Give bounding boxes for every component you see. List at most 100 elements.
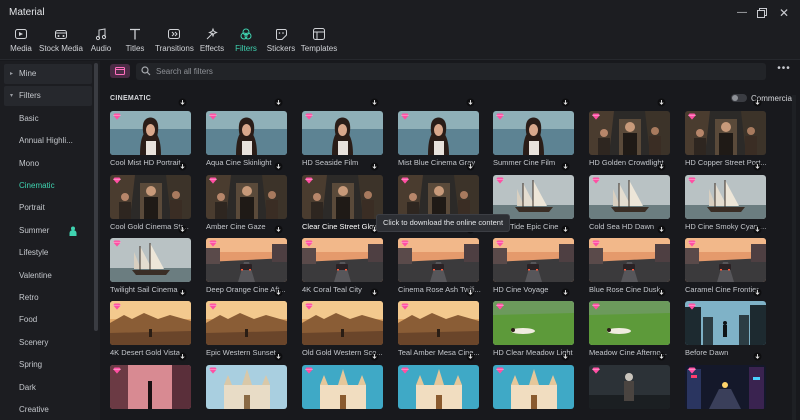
sidebar-item-retro[interactable]: Retro — [4, 288, 92, 308]
filter-thumbnail[interactable] — [302, 238, 383, 282]
commercial-toggle[interactable] — [731, 94, 747, 102]
download-icon[interactable] — [178, 162, 187, 171]
filter-thumbnail[interactable] — [493, 365, 574, 409]
sidebar-item-portrait[interactable]: Portrait — [4, 198, 92, 218]
download-icon[interactable] — [274, 162, 283, 171]
filter-thumbnail[interactable] — [110, 175, 191, 219]
download-icon[interactable] — [466, 352, 475, 361]
download-icon[interactable] — [657, 98, 666, 107]
download-icon[interactable] — [274, 288, 283, 297]
sidebar-item-filters[interactable]: ▾ Filters — [4, 86, 92, 107]
sidebar-item-dark[interactable]: Dark — [4, 378, 92, 398]
download-icon[interactable] — [370, 352, 379, 361]
download-icon[interactable] — [753, 288, 762, 297]
download-icon[interactable] — [657, 352, 666, 361]
download-icon[interactable] — [561, 225, 570, 234]
download-icon[interactable] — [561, 98, 570, 107]
filter-thumbnail[interactable] — [493, 238, 574, 282]
download-icon[interactable] — [370, 162, 379, 171]
chevron-down-icon[interactable]: ▾ — [10, 86, 13, 106]
filter-thumbnail[interactable] — [493, 111, 574, 155]
tab-media[interactable]: Media — [10, 27, 32, 59]
download-icon[interactable] — [178, 352, 187, 361]
filter-thumbnail[interactable] — [110, 238, 191, 282]
download-icon[interactable] — [466, 288, 475, 297]
filter-thumbnail[interactable] — [398, 365, 479, 409]
download-icon[interactable] — [178, 98, 187, 107]
chevron-right-icon[interactable]: ▸ — [10, 64, 13, 84]
filter-thumbnail[interactable] — [398, 175, 479, 219]
search-input[interactable] — [156, 65, 756, 78]
download-icon[interactable] — [466, 162, 475, 171]
filter-thumbnail[interactable] — [685, 238, 766, 282]
sidebar-item-creative[interactable]: Creative — [4, 400, 92, 420]
sidebar-scrollbar[interactable] — [94, 63, 98, 331]
filter-thumbnail[interactable] — [206, 111, 287, 155]
restore-icon[interactable] — [753, 4, 771, 22]
tab-templates[interactable]: Templates — [299, 27, 339, 59]
tab-audio[interactable]: Audio — [90, 27, 112, 59]
download-icon[interactable] — [561, 352, 570, 361]
filter-thumbnail[interactable] — [493, 301, 574, 345]
filter-thumbnail[interactable] — [589, 175, 670, 219]
filter-thumbnail[interactable] — [685, 111, 766, 155]
sidebar-item-scenery[interactable]: Scenery — [4, 333, 92, 353]
download-icon[interactable] — [178, 225, 187, 234]
download-icon[interactable] — [561, 162, 570, 171]
more-options-icon[interactable]: ••• — [777, 64, 791, 75]
sidebar-item-summer[interactable]: Summer — [4, 221, 92, 241]
filter-thumbnail[interactable] — [302, 365, 383, 409]
download-icon[interactable] — [274, 98, 283, 107]
download-icon[interactable] — [657, 288, 666, 297]
close-icon[interactable]: ✕ — [775, 4, 793, 22]
download-icon[interactable] — [274, 352, 283, 361]
filter-thumbnail[interactable] — [685, 175, 766, 219]
sidebar-item-lifestyle[interactable]: Lifestyle — [4, 243, 92, 263]
sidebar-item-spring[interactable]: Spring — [4, 355, 92, 375]
filter-thumbnail[interactable] — [398, 238, 479, 282]
grid-scrollbar[interactable] — [792, 95, 796, 420]
filter-thumbnail[interactable] — [206, 365, 287, 409]
download-icon[interactable] — [274, 225, 283, 234]
filter-thumbnail[interactable] — [206, 238, 287, 282]
filter-thumbnail[interactable] — [589, 238, 670, 282]
filter-thumbnail[interactable] — [110, 365, 191, 409]
download-icon[interactable] — [753, 98, 762, 107]
tab-effects[interactable]: Effects — [199, 27, 225, 59]
search-bar[interactable] — [136, 63, 766, 80]
tab-stock-media[interactable]: Stock Media — [38, 27, 84, 59]
sidebar-item-valentine[interactable]: Valentine — [4, 266, 92, 286]
download-icon[interactable] — [753, 162, 762, 171]
filter-thumbnail[interactable] — [493, 175, 574, 219]
sidebar-item-cinematic[interactable]: Cinematic — [4, 176, 92, 196]
sidebar-item-mono[interactable]: Mono — [4, 154, 92, 174]
filter-thumbnail[interactable] — [302, 301, 383, 345]
download-icon[interactable] — [370, 288, 379, 297]
download-icon[interactable] — [370, 98, 379, 107]
filter-thumbnail[interactable] — [110, 301, 191, 345]
sidebar-item-basic[interactable]: Basic — [4, 109, 92, 129]
filter-thumbnail[interactable] — [398, 301, 479, 345]
filter-thumbnail[interactable] — [589, 111, 670, 155]
filter-thumbnail[interactable] — [206, 175, 287, 219]
download-icon[interactable] — [753, 225, 762, 234]
download-icon[interactable] — [657, 162, 666, 171]
sidebar-item-mine[interactable]: ▸ Mine — [4, 64, 92, 84]
download-icon[interactable] — [561, 288, 570, 297]
tab-stickers[interactable]: Stickers — [266, 27, 296, 59]
tab-filters[interactable]: Filters — [233, 27, 259, 59]
download-icon[interactable] — [178, 288, 187, 297]
minimize-icon[interactable]: — — [733, 4, 751, 22]
filter-thumbnail[interactable] — [302, 175, 383, 219]
filter-thumbnail[interactable] — [685, 301, 766, 345]
filter-thumbnail[interactable] — [302, 111, 383, 155]
filter-thumbnail[interactable] — [685, 365, 766, 409]
tab-transitions[interactable]: Transitions — [155, 27, 194, 59]
download-icon[interactable] — [466, 98, 475, 107]
tab-titles[interactable]: Titles — [125, 27, 145, 59]
download-icon[interactable] — [753, 352, 762, 361]
download-icon[interactable] — [657, 225, 666, 234]
sidebar-item-food[interactable]: Food — [4, 310, 92, 330]
sidebar-item-annual-highli[interactable]: Annual Highli... — [4, 131, 92, 151]
filter-thumbnail[interactable] — [206, 301, 287, 345]
